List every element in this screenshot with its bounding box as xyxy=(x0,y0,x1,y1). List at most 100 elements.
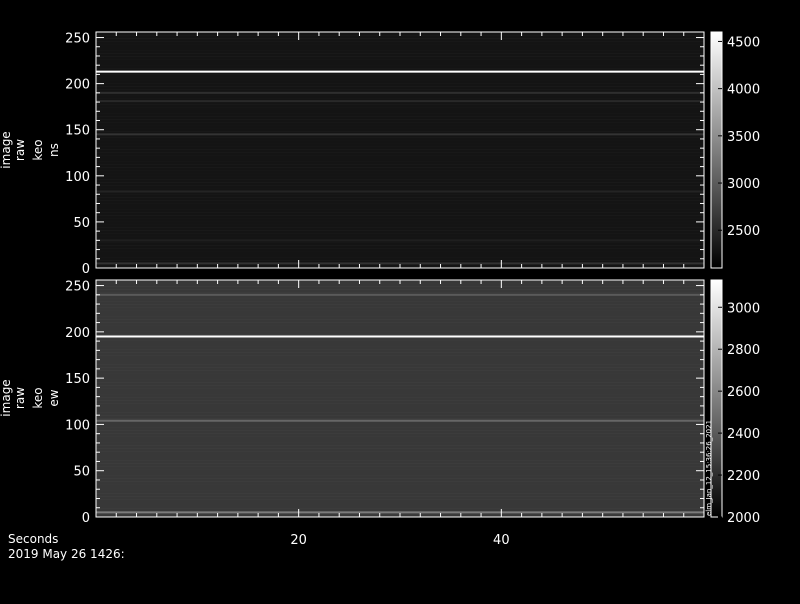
image-texture-row xyxy=(96,463,704,464)
image-texture-row xyxy=(96,233,704,234)
image-texture-row xyxy=(96,179,704,180)
y-tick-label: 200 xyxy=(65,326,90,341)
image-texture-row xyxy=(96,155,704,156)
y-axis-label-line: raw xyxy=(13,387,27,409)
image-texture-row xyxy=(96,307,704,308)
image-texture-row xyxy=(96,68,704,69)
image-texture-row xyxy=(96,77,704,78)
image-texture-row xyxy=(96,158,704,159)
image-texture-row xyxy=(96,194,704,195)
image-texture-row xyxy=(96,391,704,392)
image-texture-row xyxy=(96,140,704,141)
image-texture-row xyxy=(96,146,704,147)
image-texture-row xyxy=(96,487,704,488)
image-texture-row xyxy=(96,149,704,150)
image-texture-row xyxy=(96,227,704,228)
image-texture-row xyxy=(96,125,704,126)
image-texture-row xyxy=(96,286,704,287)
colorbar-tick-label: 2800 xyxy=(727,343,760,358)
image-texture-row xyxy=(96,119,704,120)
image-texture-row xyxy=(96,460,704,461)
y-tick-label: 0 xyxy=(82,262,90,277)
image-texture-row xyxy=(96,448,704,449)
image-texture-row xyxy=(96,436,704,437)
image-texture-row xyxy=(96,400,704,401)
image-texture-row xyxy=(96,131,704,132)
image-texture-row xyxy=(96,334,704,335)
y-tick-label: 150 xyxy=(65,372,90,387)
colorbar-tick-label: 3500 xyxy=(727,130,760,145)
y-axis-label-line: raw xyxy=(13,139,27,161)
image-texture-row xyxy=(96,188,704,189)
image-texture-row xyxy=(96,98,704,99)
image-bright-row xyxy=(96,70,704,73)
image-texture-row xyxy=(96,301,704,302)
image-texture-row xyxy=(96,367,704,368)
image-bright-row xyxy=(96,293,704,296)
image-texture-row xyxy=(96,176,704,177)
image-texture-row xyxy=(96,502,704,503)
y-tick-label: 150 xyxy=(65,124,90,139)
image-texture-row xyxy=(96,74,704,75)
side-note: elm_Jan_12_15:36:26_2021 xyxy=(705,420,713,516)
image-texture-row xyxy=(96,197,704,198)
x-tick-label: 40 xyxy=(493,533,510,548)
image-texture-row xyxy=(96,364,704,365)
image-texture-row xyxy=(96,50,704,51)
image-texture-row xyxy=(96,53,704,54)
image-texture-row xyxy=(96,412,704,413)
image-texture-row xyxy=(96,409,704,410)
image-texture-row xyxy=(96,80,704,81)
image-bright-row xyxy=(96,239,704,242)
image-texture-row xyxy=(96,505,704,506)
y-axis-label-line: ew xyxy=(47,389,61,406)
image-texture-row xyxy=(96,56,704,57)
image-texture-row xyxy=(96,397,704,398)
image-texture-row xyxy=(96,116,704,117)
image-texture-row xyxy=(96,313,704,314)
image-texture-row xyxy=(96,170,704,171)
y-axis-label-line: image xyxy=(0,131,13,168)
image-texture-row xyxy=(96,59,704,60)
image-texture-row xyxy=(96,418,704,419)
image-texture-row xyxy=(96,62,704,63)
image-texture-row xyxy=(96,316,704,317)
image-texture-row xyxy=(96,110,704,111)
image-texture-row xyxy=(96,319,704,320)
image-texture-row xyxy=(96,122,704,123)
image-texture-row xyxy=(96,206,704,207)
image-texture-row xyxy=(96,185,704,186)
colorbar-tick-label: 2600 xyxy=(727,385,760,400)
colorbar-tick-label: 2000 xyxy=(727,511,760,526)
image-texture-row xyxy=(96,430,704,431)
image-texture-row xyxy=(96,415,704,416)
image-texture-row xyxy=(96,349,704,350)
image-texture-row xyxy=(96,445,704,446)
image-texture-row xyxy=(96,86,704,87)
image-texture-row xyxy=(96,403,704,404)
image-texture-row xyxy=(96,499,704,500)
image-texture-row xyxy=(96,224,704,225)
image-texture-row xyxy=(96,215,704,216)
image-texture-row xyxy=(96,379,704,380)
image-texture-row xyxy=(96,83,704,84)
image-texture-row xyxy=(96,242,704,243)
colorbar-tick-label: 3000 xyxy=(727,177,760,192)
image-texture-row xyxy=(96,373,704,374)
image-texture-row xyxy=(96,328,704,329)
image-texture-row xyxy=(96,44,704,45)
image-texture-row xyxy=(96,152,704,153)
image-texture-row xyxy=(96,38,704,39)
image-texture-row xyxy=(96,322,704,323)
image-texture-row xyxy=(96,164,704,165)
y-tick-label: 100 xyxy=(65,170,90,185)
image-texture-row xyxy=(96,442,704,443)
image-texture-row xyxy=(96,466,704,467)
image-texture-row xyxy=(96,325,704,326)
image-texture-row xyxy=(96,128,704,129)
image-texture-row xyxy=(96,490,704,491)
image-texture-row xyxy=(96,292,704,293)
image-texture-row xyxy=(96,484,704,485)
image-texture-row xyxy=(96,352,704,353)
image-texture-row xyxy=(96,382,704,383)
